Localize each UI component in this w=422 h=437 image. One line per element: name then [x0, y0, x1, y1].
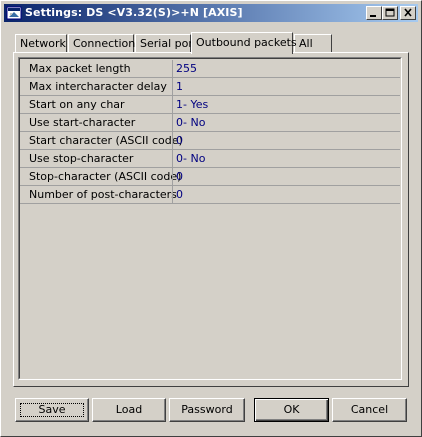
minimize-button[interactable] — [366, 6, 382, 20]
column-divider — [172, 78, 173, 95]
property-value[interactable]: 1 — [176, 80, 183, 93]
property-value[interactable]: 0- No — [176, 116, 205, 129]
settings-window: Settings: DS <V3.32(S)>+N [AXIS] Network… — [0, 0, 422, 437]
property-row[interactable]: Max intercharacter delay 1 — [20, 78, 400, 96]
column-divider — [172, 96, 173, 113]
property-value[interactable]: 0- No — [176, 152, 205, 165]
property-name: Stop-character (ASCII code) — [29, 170, 182, 183]
window-title: Settings: DS <V3.32(S)>+N [AXIS] — [25, 6, 243, 19]
cancel-button[interactable]: Cancel — [332, 398, 407, 422]
tab-connection[interactable]: Connection — [68, 34, 135, 52]
property-name: Start character (ASCII code) — [29, 134, 183, 147]
property-row[interactable]: Start character (ASCII code) 0 — [20, 132, 400, 150]
column-divider — [172, 60, 173, 77]
property-name: Max packet length — [29, 62, 131, 75]
tab-panel-outbound-packets: Max packet length 255 Max intercharacter… — [13, 52, 409, 387]
close-icon — [404, 8, 412, 17]
load-button-label: Load — [115, 403, 143, 416]
property-row[interactable]: Number of post-characters 0 — [20, 186, 400, 204]
property-value[interactable]: 0 — [176, 170, 183, 183]
settings-app-icon — [6, 5, 22, 21]
close-button[interactable] — [400, 6, 416, 20]
ok-button-label: OK — [283, 403, 300, 416]
save-button[interactable]: Save — [15, 398, 89, 422]
minimize-icon — [370, 15, 376, 17]
column-divider — [172, 186, 173, 203]
property-name: Number of post-characters — [29, 188, 177, 201]
property-value[interactable]: 255 — [176, 62, 197, 75]
property-row[interactable]: Start on any char 1- Yes — [20, 96, 400, 114]
property-name: Use start-character — [29, 116, 136, 129]
column-divider — [172, 114, 173, 131]
property-value[interactable]: 0 — [176, 134, 183, 147]
column-divider — [172, 150, 173, 167]
property-grid: Max packet length 255 Max intercharacter… — [18, 57, 402, 380]
property-row[interactable]: Stop-character (ASCII code) 0 — [20, 168, 400, 186]
ok-button[interactable]: OK — [254, 398, 329, 422]
maximize-icon — [385, 8, 395, 17]
property-value[interactable]: 0 — [176, 188, 183, 201]
property-value[interactable]: 1- Yes — [176, 98, 208, 111]
property-name: Max intercharacter delay — [29, 80, 167, 93]
tab-serial-port[interactable]: Serial port — [135, 34, 197, 52]
password-button[interactable]: Password — [169, 398, 245, 422]
property-name: Start on any char — [29, 98, 125, 111]
property-name: Use stop-character — [29, 152, 134, 165]
property-row[interactable]: Use stop-character 0- No — [20, 150, 400, 168]
tab-outbound-packets[interactable]: Outbound packets — [191, 32, 297, 54]
property-row[interactable]: Use start-character 0- No — [20, 114, 400, 132]
column-divider — [172, 168, 173, 185]
column-divider — [172, 132, 173, 149]
password-button-label: Password — [181, 403, 233, 416]
tab-network[interactable]: Network — [15, 34, 67, 52]
title-bar[interactable]: Settings: DS <V3.32(S)>+N [AXIS] — [4, 4, 418, 22]
property-row[interactable]: Max packet length 255 — [20, 60, 400, 78]
tab-all[interactable]: All — [294, 34, 332, 52]
cancel-button-label: Cancel — [350, 403, 389, 416]
load-button[interactable]: Load — [92, 398, 166, 422]
maximize-button[interactable] — [382, 6, 398, 20]
